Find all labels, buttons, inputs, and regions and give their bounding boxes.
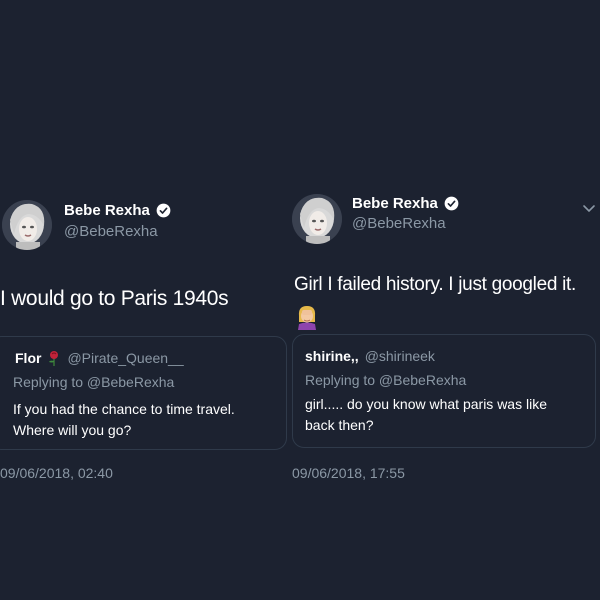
quoted-author-name: Flor [15,350,42,366]
author-avatar[interactable] [2,200,52,250]
verified-badge-icon [444,196,459,211]
verified-badge-icon [156,203,171,218]
quoted-text: girl..... do you know what paris was lik… [305,394,547,436]
quoted-tweet-card[interactable]: Flor @Pirate_Queen__ Replying to @BebeRe… [0,336,287,450]
quoted-author-handle: @Pirate_Queen__ [67,350,184,366]
quoted-text: If you had the chance to time travel. Wh… [13,399,235,441]
rose-icon [47,350,61,366]
chevron-down-icon[interactable] [582,204,596,214]
tweet-timestamp[interactable]: 09/06/2018, 02:40 [0,465,113,481]
author-name-row: Bebe Rexha [352,195,459,212]
author-display-name[interactable]: Bebe Rexha [64,202,150,219]
author-display-name[interactable]: Bebe Rexha [352,195,438,212]
author-name-row: Bebe Rexha [64,202,171,219]
quoted-text-line: back then? [305,417,374,433]
tweet-text: Girl I failed history. I just googled it… [294,274,576,295]
quoted-header: shirine,, @shirineek [305,348,435,364]
woman-facepalming-emoji [296,304,318,330]
replying-to-label: Replying to @BebeRexha [305,372,467,388]
quoted-author-handle: @shirineek [364,348,435,364]
quoted-text-line: If you had the chance to time travel. [13,401,235,417]
quoted-header: Flor @Pirate_Queen__ [15,350,184,366]
quoted-tweet-card[interactable]: shirine,, @shirineek Replying to @BebeRe… [292,334,596,448]
author-avatar[interactable] [292,194,342,244]
author-handle[interactable]: @BebeRexha [352,215,446,232]
quoted-text-line: girl..... do you know what paris was lik… [305,396,547,412]
author-handle[interactable]: @BebeRexha [64,223,158,240]
tweet-text: I would go to Paris 1940s [0,287,229,310]
quoted-text-line: Where will you go? [13,422,132,438]
right-tweet-card: Bebe Rexha @BebeRexha Girl I failed hist… [290,186,600,486]
quoted-author-name: shirine,, [305,348,359,364]
replying-to-label: Replying to @BebeRexha [13,374,175,390]
tweet-timestamp[interactable]: 09/06/2018, 17:55 [292,465,405,481]
left-tweet-card: Bebe Rexha @BebeRexha I would go to Pari… [0,186,298,486]
